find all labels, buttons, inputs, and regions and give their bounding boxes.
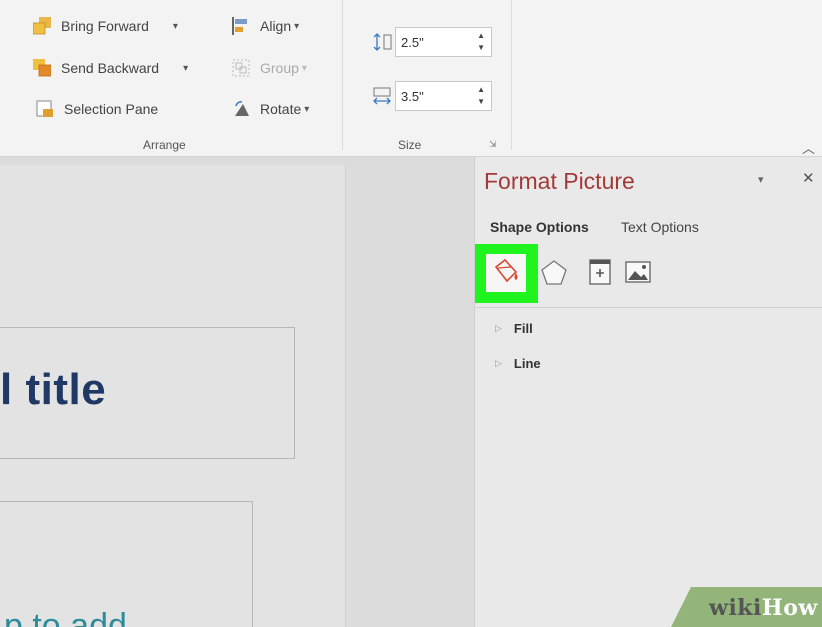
effects-button[interactable] (536, 254, 572, 290)
tab-shape-options[interactable]: Shape Options (490, 219, 589, 235)
chevron-down-icon[interactable]: ▾ (302, 63, 307, 74)
group-separator (342, 0, 343, 150)
shape-height-value: 2.5" (401, 35, 424, 50)
shape-width-value: 3.5" (401, 89, 424, 104)
group-icon (232, 59, 250, 77)
selection-pane-icon (36, 100, 54, 118)
rotate-label: Rotate (260, 101, 302, 117)
shape-height-field[interactable]: 2.5" ▲ ▼ (395, 27, 492, 57)
section-fill-label: Fill (513, 321, 533, 336)
chevron-down-icon[interactable]: ▾ (173, 21, 178, 32)
chevron-down-icon[interactable]: ▾ (183, 63, 188, 74)
group-label: Group (260, 60, 299, 76)
format-picture-pane: Format Picture ▾ ✕ Shape Options Text Op… (474, 157, 822, 627)
title-placeholder-text: l title (0, 365, 107, 414)
bring-forward-button[interactable]: Bring Forward ▾ (32, 17, 178, 35)
picture-icon (625, 261, 651, 283)
picture-button[interactable] (620, 254, 656, 290)
slide-editing-area: l title p to add (0, 157, 474, 627)
size-dialog-launcher-icon[interactable]: ⇲ (489, 139, 497, 150)
watermark-text: wikiHow (709, 595, 818, 621)
collapse-ribbon-icon[interactable]: ︿ (802, 138, 815, 157)
fill-line-icon (494, 258, 518, 283)
shape-height-icon (373, 33, 393, 56)
tab-text-options[interactable]: Text Options (621, 219, 699, 235)
spinner-arrows-icon[interactable]: ▲ ▼ (477, 30, 485, 54)
close-icon[interactable]: ✕ (802, 169, 815, 187)
fill-line-highlight (475, 244, 538, 303)
rotate-button[interactable]: Rotate ▾ (232, 100, 309, 118)
section-line-label: Line (513, 356, 541, 371)
pane-options-dropdown-icon[interactable]: ▾ (758, 173, 764, 186)
bring-forward-label: Bring Forward (61, 18, 149, 34)
size-properties-icon (589, 259, 611, 285)
pane-divider (475, 307, 822, 308)
chevron-down-icon[interactable]: ▾ (304, 104, 309, 115)
effects-icon (541, 260, 567, 285)
send-backward-label: Send Backward (61, 60, 160, 76)
send-backward-icon (33, 59, 52, 77)
size-properties-button[interactable] (582, 254, 618, 290)
chevron-down-icon[interactable]: ▾ (294, 21, 299, 32)
wikihow-watermark: wikiHow (671, 587, 822, 627)
group-separator (511, 0, 512, 150)
group-button[interactable]: Group ▾ (232, 59, 307, 77)
pane-title: Format Picture (484, 168, 635, 194)
expand-arrow-icon: ▷ (495, 323, 502, 333)
send-backward-button[interactable]: Send Backward ▾ (33, 59, 188, 77)
bring-forward-icon (32, 17, 51, 35)
shape-width-field[interactable]: 3.5" ▲ ▼ (395, 81, 492, 111)
subtitle-placeholder-text: p to add (4, 607, 127, 627)
ribbon: Bring Forward ▾ Send Backward ▾ Selectio… (0, 0, 822, 157)
rotate-icon (232, 100, 250, 118)
align-icon (232, 17, 250, 35)
shape-width-icon (373, 87, 393, 110)
align-label: Align (260, 18, 292, 34)
size-group-label: Size (398, 138, 422, 152)
selection-pane-button[interactable]: Selection Pane (36, 100, 158, 118)
align-button[interactable]: Align ▾ (232, 17, 299, 35)
section-fill[interactable]: ▷ Fill (495, 321, 533, 336)
fill-line-button[interactable] (486, 254, 526, 292)
expand-arrow-icon: ▷ (495, 358, 502, 368)
watermark-how: How (761, 595, 818, 621)
watermark-wiki: wiki (709, 595, 762, 621)
section-line[interactable]: ▷ Line (495, 356, 541, 371)
arrange-group-label: Arrange (143, 138, 186, 152)
spinner-arrows-icon[interactable]: ▲ ▼ (477, 84, 485, 108)
selection-pane-label: Selection Pane (64, 101, 159, 117)
